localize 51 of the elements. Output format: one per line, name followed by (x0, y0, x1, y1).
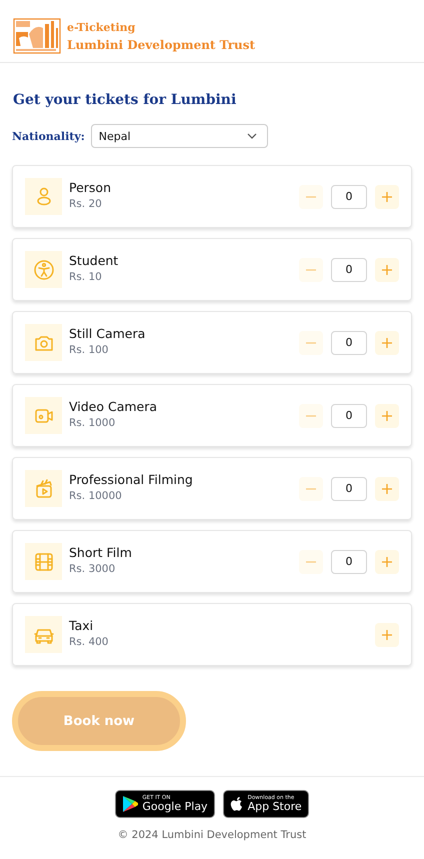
plus-button[interactable] (375, 184, 399, 208)
page-heading: Get your tickets for Lumbini (13, 92, 238, 108)
plus-icon (382, 630, 392, 640)
accessibility-icon (32, 258, 56, 282)
plus-icon (382, 264, 392, 274)
minus-icon (306, 560, 316, 562)
ticket-name: Professional Filming (69, 472, 194, 487)
quantity-field[interactable]: 0 (331, 404, 367, 428)
ticket-price: Rs. 1000 (69, 417, 116, 429)
quantity-field[interactable]: 0 (331, 258, 367, 282)
ticket-price: Rs. 100 (69, 344, 110, 356)
plus-button[interactable] (375, 622, 399, 646)
ticket-name: Person (69, 180, 112, 195)
plus-button[interactable] (375, 258, 399, 282)
ticket-price: Rs. 20 (69, 198, 103, 210)
ticket-price: Rs. 400 (69, 636, 110, 648)
logo-drawing (13, 18, 61, 54)
plus-button[interactable] (375, 404, 399, 428)
app-subtitle: e-Ticketing (67, 20, 136, 34)
ticket-name: Video Camera (69, 399, 158, 414)
plus-button[interactable] (375, 330, 399, 354)
plus-icon (382, 410, 392, 420)
copyright-text: © 2024 Lumbini Development Trust (118, 829, 306, 841)
minus-icon (306, 488, 316, 490)
minus-icon (306, 342, 316, 344)
nationality-dropdown[interactable]: Nepal (90, 124, 268, 148)
apple-icon (230, 796, 244, 812)
ticket-price: Rs. 10000 (69, 490, 123, 502)
minus-icon (306, 268, 316, 270)
organization-name: Lumbini Development Trust (67, 38, 256, 52)
ticket-name: Taxi (69, 618, 94, 633)
quantity-field[interactable]: 0 (331, 476, 367, 500)
plus-button[interactable] (375, 550, 399, 574)
plus-button[interactable] (375, 476, 399, 500)
minus-icon (306, 414, 316, 416)
plus-icon (382, 556, 392, 566)
plus-icon (382, 338, 392, 348)
minus-icon (306, 196, 316, 198)
ticket-name: Student (69, 253, 120, 268)
quantity-field[interactable]: 0 (331, 184, 367, 208)
ticket-price: Rs. 3000 (69, 563, 116, 575)
ticket-price: Rs. 10 (69, 271, 103, 283)
ticket-name: Still Camera (69, 326, 146, 341)
quantity-field[interactable]: 0 (331, 330, 367, 354)
chevron-down-icon (246, 133, 257, 139)
quantity-field[interactable]: 0 (331, 550, 367, 574)
nationality-label: Nationality: (12, 130, 85, 142)
plus-icon (382, 484, 392, 494)
ticket-name: Short Film (69, 545, 133, 560)
play-triangle-icon (122, 795, 138, 813)
plus-icon (382, 192, 392, 202)
